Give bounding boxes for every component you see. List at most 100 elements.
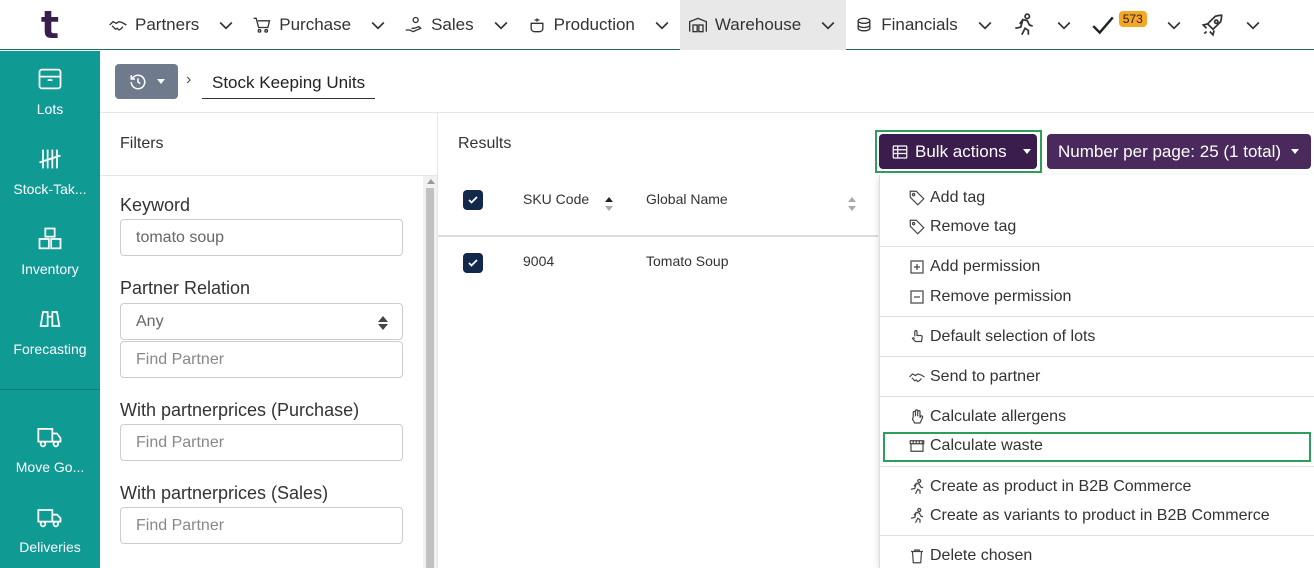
boxes-icon <box>38 227 62 250</box>
number-per-page-button[interactable]: Number per page: 25 (1 total) <box>1047 134 1311 169</box>
history-button[interactable] <box>115 64 178 99</box>
nav-production[interactable]: Production <box>519 0 680 50</box>
partner-relation-find-input[interactable]: Find Partner <box>120 341 403 378</box>
nav-rocket[interactable] <box>1192 0 1271 50</box>
top-navbar: t Partners Purchase Sales Production War… <box>0 0 1314 50</box>
tally-icon <box>39 149 61 169</box>
menu-divider <box>880 356 1314 357</box>
history-icon <box>130 74 145 89</box>
table-icon <box>892 144 908 159</box>
checkmark-icon <box>1092 16 1114 35</box>
chevron-down-icon <box>655 21 669 30</box>
menu-item-remove-permission[interactable]: Remove permission <box>908 285 1071 309</box>
partner-relation-select[interactable]: Any <box>120 303 403 340</box>
caret-down-icon <box>1022 149 1031 154</box>
minus-square-icon <box>910 290 924 304</box>
filters-scroll-thumb[interactable] <box>426 188 434 568</box>
menu-divider <box>880 246 1314 247</box>
nav-tasks[interactable]: 573 <box>1082 0 1192 50</box>
row-global-name[interactable]: Tomato Soup <box>646 253 729 269</box>
tag-icon <box>909 219 925 235</box>
sort-icon[interactable] <box>847 196 857 212</box>
caret-down-icon <box>156 79 165 84</box>
filters-title: Filters <box>120 135 164 152</box>
app-logo[interactable]: t <box>0 0 100 50</box>
menu-item-default-selection-of-lots[interactable]: Default selection of lots <box>908 325 1095 349</box>
partner-relation-value: Any <box>136 312 164 330</box>
chevron-down-icon <box>1057 21 1071 30</box>
cart-icon <box>253 17 271 33</box>
menu-divider <box>880 316 1314 317</box>
row-checkbox[interactable] <box>463 253 483 273</box>
sidebar-item-deliveries[interactable]: Deliveries <box>0 489 100 568</box>
sidebar-divider <box>0 389 100 390</box>
partnerprices-sales-label: With partnerprices (Sales) <box>120 483 329 503</box>
coins-icon <box>857 17 871 32</box>
box-icon <box>38 68 62 90</box>
menu-divider <box>880 466 1314 467</box>
sidebar-item-inventory[interactable]: Inventory <box>0 211 100 291</box>
partnerprices-purchase-label: With partnerprices (Purchase) <box>120 400 360 420</box>
menu-item-create-variants-b2b[interactable]: Create as variants to product in B2B Com… <box>908 504 1270 528</box>
trash-icon <box>911 549 923 564</box>
menu-item-calculate-waste[interactable]: Calculate waste <box>908 434 1043 458</box>
keyword-input[interactable]: tomato soup <box>120 219 403 256</box>
chevron-down-icon <box>1167 21 1181 30</box>
select-arrows-icon <box>378 316 388 330</box>
keyword-label: Keyword <box>120 195 191 215</box>
sidebar-item-move-goods[interactable]: Move Go... <box>0 409 100 489</box>
partnerprices-purchase-input[interactable]: Find Partner <box>120 424 403 461</box>
warehouse-icon <box>688 17 707 33</box>
nav-financials[interactable]: Financials <box>846 0 1003 50</box>
nav-runner[interactable] <box>1003 0 1082 50</box>
sidebar-item-forecasting[interactable]: Forecasting <box>0 291 100 371</box>
menu-item-remove-tag[interactable]: Remove tag <box>908 215 1016 239</box>
breadcrumb-current[interactable]: Stock Keeping Units <box>202 68 376 99</box>
column-header-global-name[interactable]: Global Name <box>646 191 728 207</box>
binoculars-icon <box>39 311 61 327</box>
nav-partners[interactable]: Partners <box>100 0 244 50</box>
sort-asc-icon[interactable] <box>604 196 614 212</box>
column-header-sku-code[interactable]: SKU Code <box>523 191 589 207</box>
partner-relation-label: Partner Relation <box>120 278 251 298</box>
plus-square-icon <box>910 260 924 274</box>
row-sku-code[interactable]: 9004 <box>523 253 554 269</box>
module-sidebar: Lots Stock-Tak... Inventory Forecasting … <box>0 51 100 568</box>
caret-down-icon <box>1291 149 1300 154</box>
chevron-down-icon <box>494 21 508 30</box>
runner-icon <box>910 507 924 524</box>
shop-icon <box>909 440 925 452</box>
menu-item-create-product-b2b[interactable]: Create as product in B2B Commerce <box>908 475 1191 499</box>
breadcrumb: › Stock Keeping Units <box>100 51 1314 113</box>
sidebar-item-lots[interactable]: Lots <box>0 51 100 131</box>
chevron-down-icon <box>1246 21 1260 30</box>
runner-icon <box>910 478 924 495</box>
check-icon <box>468 259 478 267</box>
select-all-checkbox[interactable] <box>463 190 483 210</box>
menu-divider <box>880 396 1314 397</box>
nav-sales[interactable]: Sales <box>396 0 519 50</box>
moving-truck-icon <box>37 427 62 448</box>
menu-item-send-to-partner[interactable]: Send to partner <box>908 365 1040 389</box>
filters-panel: Filters Keyword tomato soup Partner Rela… <box>100 113 438 568</box>
bulk-actions-menu: Add tag Remove tag Add permission Remove… <box>879 175 1314 568</box>
partnerprices-sales-input[interactable]: Find Partner <box>120 507 403 544</box>
runner-icon <box>1014 13 1033 36</box>
menu-item-calculate-allergens[interactable]: Calculate allergens <box>908 405 1066 429</box>
menu-item-add-permission[interactable]: Add permission <box>908 255 1040 279</box>
handshake-icon <box>909 373 925 383</box>
hand-coins-icon <box>405 16 422 33</box>
chevron-down-icon <box>371 21 385 30</box>
menu-item-add-tag[interactable]: Add tag <box>908 186 985 210</box>
scroll-up-arrow-icon[interactable] <box>427 179 435 184</box>
sidebar-item-stock-taking[interactable]: Stock-Tak... <box>0 131 100 211</box>
chevron-down-icon <box>821 21 835 30</box>
nav-purchase[interactable]: Purchase <box>244 0 396 50</box>
chevron-down-icon <box>219 21 233 30</box>
check-icon <box>468 196 478 204</box>
hand-icon <box>911 409 924 424</box>
menu-item-delete-chosen[interactable]: Delete chosen <box>908 544 1032 568</box>
bulk-actions-button[interactable]: Bulk actions <box>879 134 1037 169</box>
chevron-down-icon <box>978 21 992 30</box>
nav-warehouse[interactable]: Warehouse <box>679 0 847 50</box>
